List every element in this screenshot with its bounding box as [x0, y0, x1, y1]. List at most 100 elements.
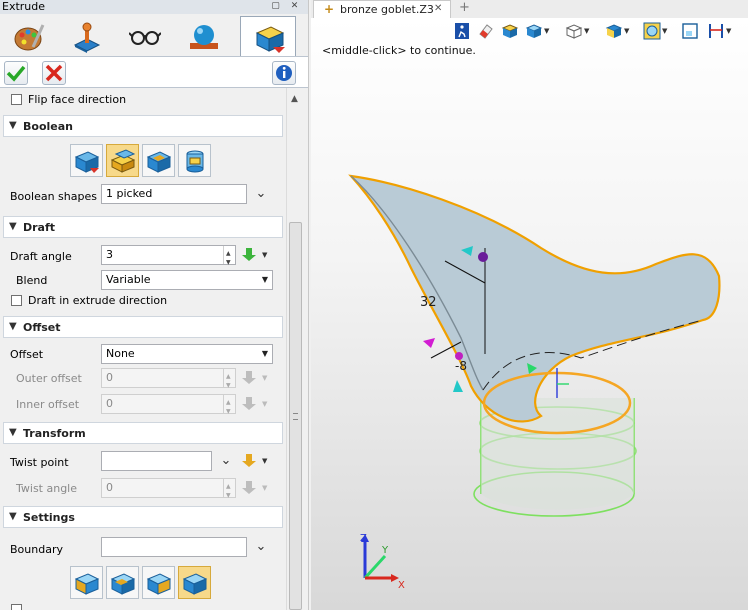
- collapse-triangle-icon: ▼: [9, 120, 17, 131]
- pick-arrow-icon: [242, 397, 256, 410]
- panel-scrollbar[interactable]: ▲: [286, 88, 304, 610]
- boolean-remove-button[interactable]: [142, 144, 175, 177]
- flip-face-checkbox[interactable]: [11, 94, 22, 105]
- boolean-add-button[interactable]: [106, 144, 139, 177]
- eraser-button[interactable]: [477, 22, 495, 40]
- section-offset[interactable]: ▼ Offset: [3, 316, 283, 338]
- document-tab-title: bronze goblet.Z3: [340, 3, 434, 16]
- blend-value: Variable: [106, 273, 151, 286]
- pick-arrow-icon: [242, 481, 256, 494]
- settings-opt-4-icon: [182, 573, 208, 595]
- close-icon[interactable]: ✕: [289, 1, 300, 12]
- section-boolean[interactable]: ▼ Boolean: [3, 115, 283, 137]
- palette-icon: [14, 24, 45, 51]
- measure-button[interactable]: ▼: [707, 22, 731, 40]
- offset-label: Offset: [10, 348, 44, 361]
- twist-point-field[interactable]: [101, 451, 212, 471]
- tab-sphere[interactable]: [175, 16, 231, 54]
- handle-point[interactable]: [478, 252, 488, 262]
- handle-arrow-magenta[interactable]: [423, 338, 435, 348]
- twist-angle-label: Twist angle: [16, 482, 78, 495]
- goblet-model[interactable]: 32 -8 Z Y X: [311, 18, 748, 610]
- tab-extrude[interactable]: [240, 16, 296, 57]
- expand-chevron-icon[interactable]: ⌄: [217, 452, 235, 470]
- settings-opt-2-icon: [110, 573, 136, 595]
- section-title: Settings: [23, 511, 75, 524]
- section-draft[interactable]: ▼ Draft: [3, 216, 283, 238]
- outer-offset-field: 0: [101, 368, 236, 395]
- spin-arrows-icon: [223, 478, 235, 505]
- wireframe-button[interactable]: ▼: [565, 22, 589, 40]
- section-settings[interactable]: ▼ Settings: [3, 506, 283, 528]
- boundary-label: Boundary: [10, 543, 63, 556]
- close-tab-icon[interactable]: ✕: [434, 3, 442, 14]
- expand-chevron-icon[interactable]: ⌄: [252, 185, 270, 203]
- dimension-label[interactable]: 32: [420, 295, 437, 310]
- glasses-icon: [129, 31, 161, 45]
- draft-angle-field[interactable]: 3: [101, 245, 236, 272]
- pick-arrow-icon[interactable]: [241, 453, 257, 469]
- draft-angle-label: Draft angle: [10, 250, 72, 263]
- spin-arrows-icon[interactable]: [223, 245, 235, 272]
- settings-option-1-button[interactable]: [70, 566, 103, 599]
- document-tabs: + bronze goblet.Z3 ✕ +: [311, 0, 748, 18]
- file-modified-icon: +: [324, 2, 335, 16]
- keep-option-checkbox[interactable]: [11, 604, 22, 610]
- 3d-viewport[interactable]: 32 -8 Z Y X <middle-click> to continue.: [311, 18, 748, 610]
- dimension-icon: [709, 24, 723, 38]
- dropdown-arrow-icon[interactable]: ▼: [262, 457, 267, 465]
- panel-titlebar: Extrude ▢ ✕: [0, 0, 308, 14]
- cube-active-icon: [255, 26, 285, 53]
- tab-joystick[interactable]: [58, 16, 114, 54]
- document-area: + bronze goblet.Z3 ✕ + 32 -8 Z Y X <midd…: [311, 0, 748, 610]
- boolean-intersect-icon: [186, 150, 204, 173]
- spin-arrows-icon: [223, 368, 235, 395]
- command-prompt: <middle-click> to continue.: [322, 44, 476, 57]
- collapse-triangle-icon: ▼: [9, 221, 17, 232]
- scroll-up-icon[interactable]: ▲: [291, 94, 298, 104]
- blend-select[interactable]: Variable ▼: [101, 270, 273, 290]
- boolean-add-icon: [110, 149, 136, 173]
- shade-button[interactable]: [501, 22, 519, 40]
- outer-offset-label: Outer offset: [16, 372, 82, 385]
- inner-offset-value: 0: [106, 397, 113, 410]
- settings-opt-3-icon: [146, 573, 172, 595]
- chevron-down-icon: ▼: [261, 275, 268, 284]
- ok-button[interactable]: [4, 61, 28, 85]
- view-orientation-button[interactable]: ▼: [605, 22, 629, 40]
- boolean-base-button[interactable]: [70, 144, 103, 177]
- boolean-shapes-field[interactable]: 1 picked: [101, 184, 247, 204]
- offset-select[interactable]: None ▼: [101, 344, 273, 364]
- info-button[interactable]: [272, 61, 296, 85]
- dropdown-arrow-icon: ▼: [262, 400, 268, 408]
- triad-z-label: Z: [360, 533, 367, 544]
- draft-extrude-dir-checkbox[interactable]: [11, 295, 22, 306]
- boolean-intersect-button[interactable]: [178, 144, 211, 177]
- section-transform[interactable]: ▼ Transform: [3, 422, 283, 444]
- tab-bronze-goblet[interactable]: + bronze goblet.Z3 ✕: [313, 0, 451, 18]
- exit-view-button[interactable]: [453, 22, 471, 40]
- settings-option-3-button[interactable]: [142, 566, 175, 599]
- new-tab-icon[interactable]: +: [459, 0, 470, 15]
- scrollbar-thumb[interactable]: [289, 222, 302, 610]
- display-filter-button[interactable]: ▼: [643, 22, 667, 40]
- pick-arrow-icon[interactable]: [241, 247, 257, 263]
- section-title: Offset: [23, 321, 61, 334]
- dropdown-arrow-icon[interactable]: ▼: [262, 251, 267, 259]
- spin-arrows-icon: [223, 394, 235, 421]
- tab-palette[interactable]: [0, 16, 56, 54]
- expand-chevron-icon[interactable]: ⌄: [252, 538, 270, 556]
- settings-option-2-button[interactable]: [106, 566, 139, 599]
- angle-label[interactable]: -8: [455, 359, 467, 373]
- render-mode-button[interactable]: ▼: [525, 22, 549, 40]
- view-toolbar: ▼ ▼ ▼ ▼ ▼: [451, 20, 748, 44]
- settings-option-4-button[interactable]: [178, 566, 211, 599]
- zoom-fit-button[interactable]: [681, 22, 699, 40]
- blue-cube-icon: [525, 24, 543, 38]
- pin-icon[interactable]: ▢: [270, 1, 281, 12]
- grip-icon: [293, 413, 298, 420]
- cancel-button[interactable]: [42, 61, 66, 85]
- tab-glasses[interactable]: [116, 16, 172, 54]
- handle-arrow-cyan[interactable]: [453, 380, 463, 392]
- boundary-field[interactable]: [101, 537, 247, 557]
